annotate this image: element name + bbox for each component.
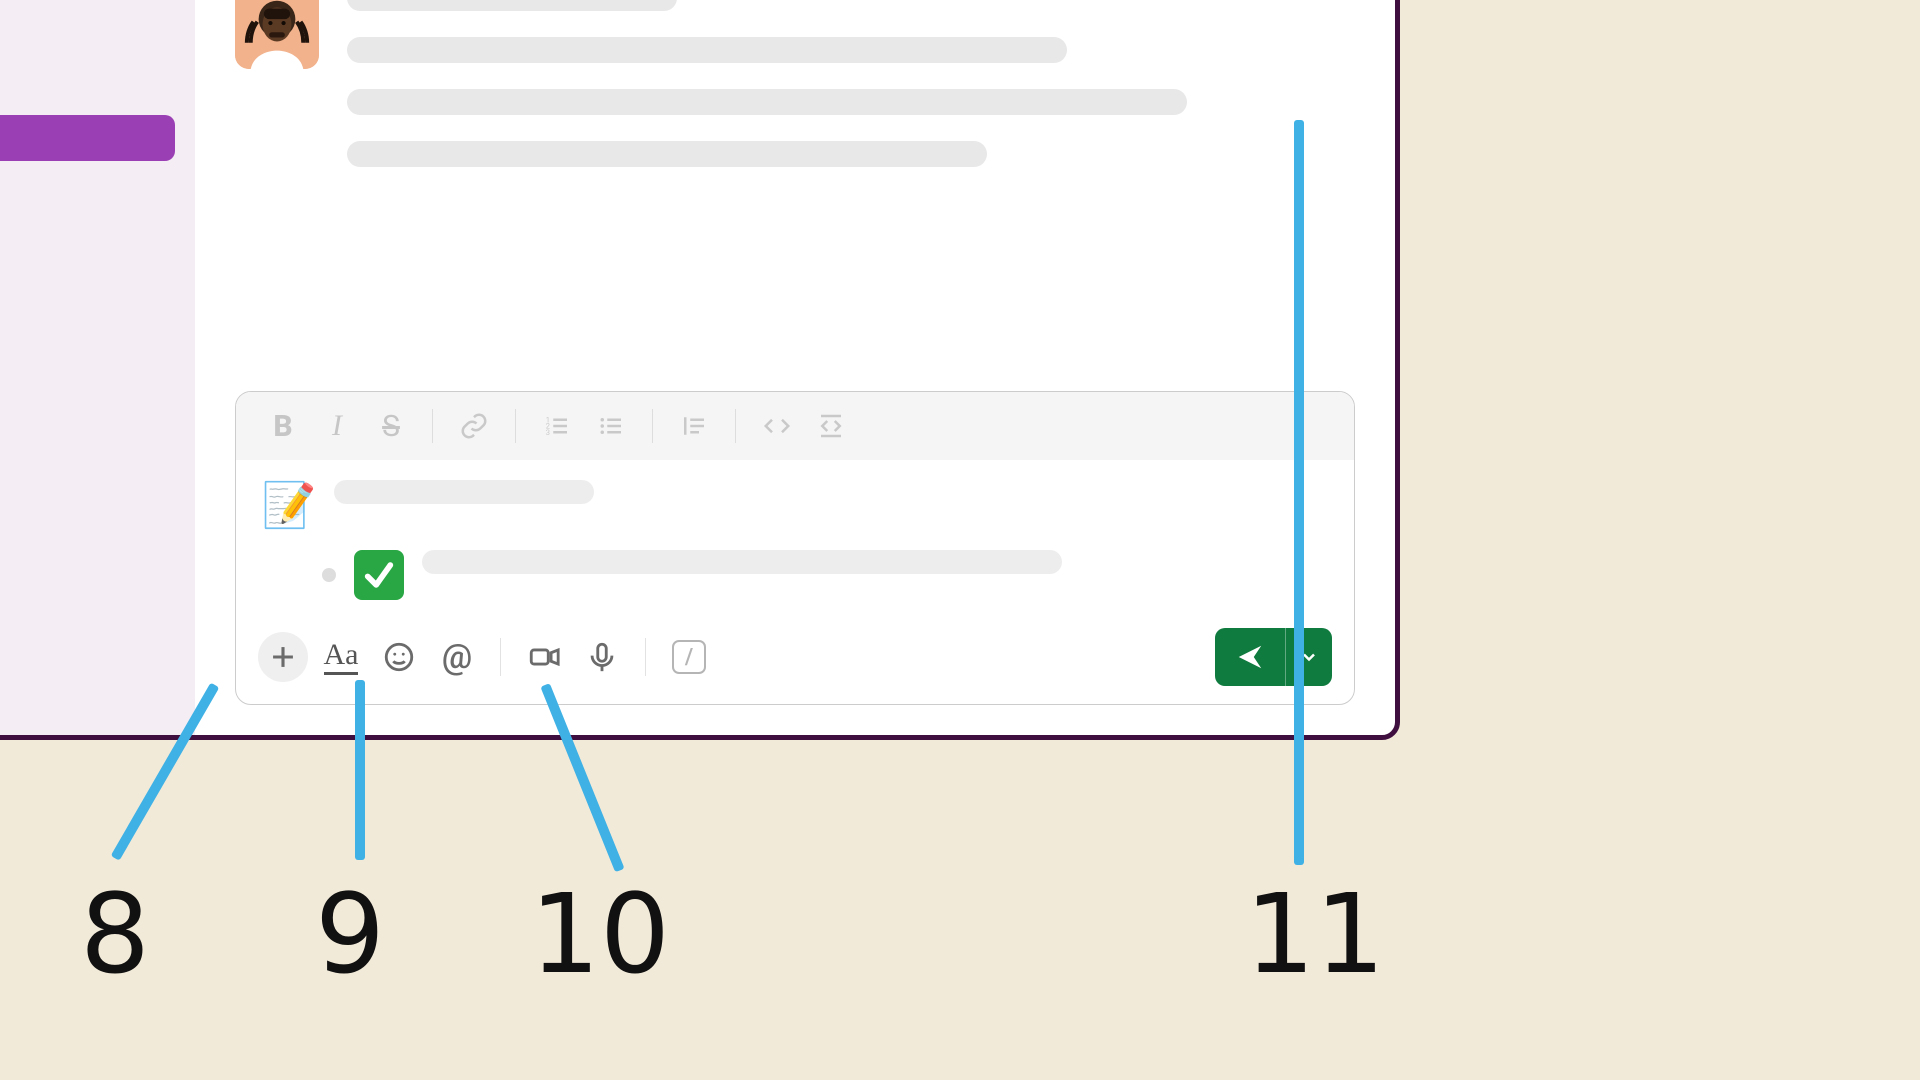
plus-icon[interactable] [258,632,308,682]
blockquote-icon[interactable] [669,404,719,448]
callout-line-11 [1294,120,1304,865]
callout-line-9 [355,680,365,860]
video-icon[interactable] [519,632,569,682]
bold-icon[interactable]: B [258,404,308,448]
message-composer: B I S 123 📝 [235,391,1355,705]
sidebar-item[interactable] [0,35,195,63]
main-panel: B I S 123 📝 [195,0,1395,735]
memo-emoji-icon: 📝 [262,478,316,532]
compose-footer: Aa @ / [236,618,1354,704]
message-item [235,0,1355,193]
bullet-list-icon[interactable] [586,404,636,448]
callout-label-10: 10 [530,870,670,998]
sidebar-item-selected[interactable] [0,115,175,161]
send-button[interactable] [1215,628,1332,686]
svg-text:3: 3 [546,428,550,437]
ordered-list-icon[interactable]: 123 [532,404,582,448]
check-emoji-icon [354,550,404,600]
strike-icon[interactable]: S [366,404,416,448]
avatar[interactable] [235,0,319,69]
mic-icon[interactable] [577,632,627,682]
channel-sidebar: 1 [0,0,195,735]
code-icon[interactable] [752,404,802,448]
sidebar-item[interactable]: 1 [0,0,195,23]
callout-label-11: 11 [1245,870,1385,998]
callout-label-9: 9 [315,870,385,998]
sidebar-item[interactable] [0,75,195,103]
compose-body[interactable]: 📝 [236,460,1354,618]
slash-command-icon[interactable]: / [664,632,714,682]
callout-label-8: 8 [80,870,150,998]
app-window: 1 [0,0,1400,740]
bullet-icon [322,568,336,582]
italic-icon[interactable]: I [312,404,362,448]
text-format-icon[interactable]: Aa [316,632,366,682]
codeblock-icon[interactable] [806,404,856,448]
format-toolbar: B I S 123 [236,392,1354,460]
send-options-icon[interactable] [1286,647,1332,667]
send-icon[interactable] [1215,642,1285,672]
emoji-icon[interactable] [374,632,424,682]
link-icon[interactable] [449,404,499,448]
message-list [195,0,1395,391]
mention-icon[interactable]: @ [432,632,482,682]
